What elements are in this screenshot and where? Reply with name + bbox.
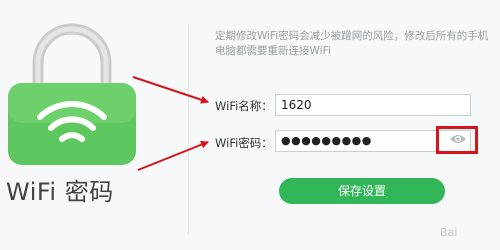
arrow-to-password (137, 140, 209, 171)
watermark: Bai (440, 226, 458, 239)
annotation-arrows (132, 76, 209, 171)
arrow-to-name (132, 76, 209, 104)
